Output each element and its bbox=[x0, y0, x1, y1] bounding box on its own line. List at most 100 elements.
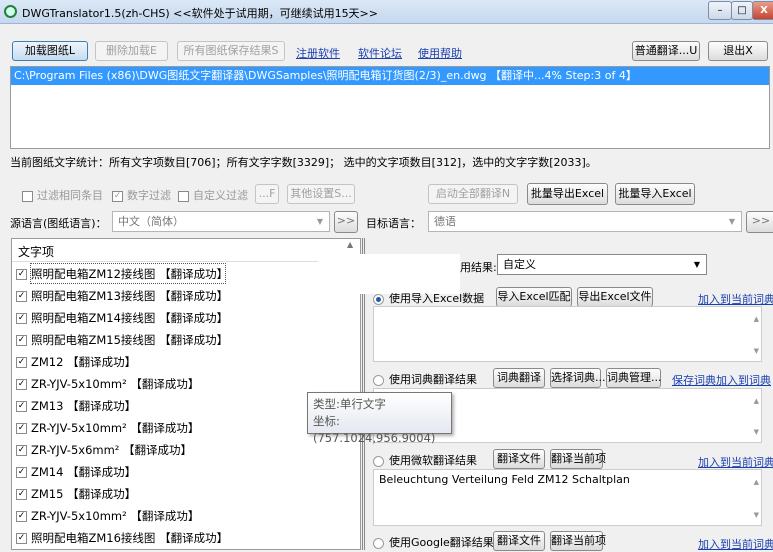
dict-radio[interactable]: 使用词典翻译结果 bbox=[373, 371, 477, 387]
excel-add-dict-link[interactable]: 加入到当前词典 bbox=[698, 291, 773, 307]
list-item[interactable]: ✓ ZR-YJV-5x10mm² 【翻译成功】 bbox=[16, 374, 199, 394]
excel-radio[interactable]: 使用导入Excel数据 bbox=[373, 290, 484, 306]
list-item[interactable]: ✓ ZM15 【翻译成功】 bbox=[16, 484, 136, 504]
checkbox-checked-icon[interactable]: ✓ bbox=[16, 423, 27, 434]
file-list-item[interactable]: C:\Program Files (x86)\DWG图纸文字翻译器\DWGSam… bbox=[11, 67, 769, 85]
list-item-label: ZR-YJV-5x10mm² 【翻译成功】 bbox=[31, 421, 200, 435]
ms-translate-file-button[interactable]: 翻译文件 bbox=[493, 449, 545, 469]
checkbox-checked-icon[interactable]: ✓ bbox=[16, 511, 27, 522]
start-all-translate-button[interactable]: 启动全部翻译N bbox=[428, 184, 518, 204]
dropdown-arrow-icon: ▼ bbox=[693, 260, 700, 269]
checkbox-checked-icon[interactable]: ✓ bbox=[16, 313, 27, 324]
checkbox-icon bbox=[178, 190, 189, 202]
register-link[interactable]: 注册软件 bbox=[296, 45, 340, 61]
scroll-down-icon[interactable]: ▼ bbox=[754, 347, 759, 355]
remove-load-button[interactable]: 删除加载E bbox=[95, 41, 168, 61]
forum-link[interactable]: 软件论坛 bbox=[358, 45, 402, 61]
target-more-button[interactable]: >> bbox=[746, 211, 773, 233]
scroll-up-icon[interactable]: ▲ bbox=[754, 397, 759, 405]
ms-result-textarea[interactable]: Beleuchtung Verteilung Feld ZM12 Schaltp… bbox=[373, 469, 762, 526]
google-add-dict-link[interactable]: 加入到当前词典 bbox=[698, 536, 773, 552]
list-item-label: 照明配电箱ZM15接线图 【翻译成功】 bbox=[31, 333, 229, 347]
list-item[interactable]: ✓ 照明配电箱ZM16接线图 【翻译成功】 bbox=[16, 528, 228, 548]
redacted-area bbox=[318, 254, 460, 294]
list-item[interactable]: ✓ ZR-YJV-5x6mm² 【翻译成功】 bbox=[16, 440, 192, 460]
checkbox-checked-icon[interactable]: ✓ bbox=[16, 467, 27, 478]
ms-radio[interactable]: 使用微软翻译结果 bbox=[373, 452, 477, 468]
ms-add-dict-link[interactable]: 加入到当前词典 bbox=[698, 454, 773, 470]
target-language-value: 德语 bbox=[434, 215, 456, 228]
tooltip-type: 类型:单行文字 bbox=[313, 397, 386, 411]
result-label: 用结果: bbox=[460, 261, 497, 274]
list-item-label: ZM12 【翻译成功】 bbox=[31, 355, 137, 369]
scroll-up-icon[interactable]: ▲ bbox=[754, 478, 759, 486]
list-item[interactable]: ✓ ZM12 【翻译成功】 bbox=[16, 352, 136, 372]
ms-radio-label: 使用微软翻译结果 bbox=[389, 454, 477, 467]
list-item[interactable]: ✓ ZM13 【翻译成功】 bbox=[16, 396, 136, 416]
checkbox-checked-icon[interactable]: ✓ bbox=[16, 335, 27, 346]
normal-translate-button[interactable]: 普通翻译...U bbox=[632, 41, 700, 61]
exit-button[interactable]: 退出X bbox=[708, 41, 768, 61]
help-link[interactable]: 使用帮助 bbox=[418, 45, 462, 61]
radio-icon bbox=[373, 455, 384, 467]
checkbox-checked-icon[interactable]: ✓ bbox=[16, 269, 27, 280]
scroll-down-icon[interactable]: ▼ bbox=[754, 511, 759, 519]
checkbox-checked-icon[interactable]: ✓ bbox=[16, 379, 27, 390]
filter-same-checkbox[interactable]: 过滤相同条目 bbox=[22, 187, 103, 203]
ms-translate-current-button[interactable]: 翻译当前项 bbox=[550, 449, 606, 469]
focus-rect bbox=[30, 263, 226, 284]
header-divider bbox=[12, 261, 348, 262]
dict-translate-button[interactable]: 词典翻译 bbox=[493, 368, 545, 388]
source-language-select[interactable]: 中文（简体） ▼ bbox=[112, 211, 330, 232]
batch-import-excel-button[interactable]: 批量导入Excel bbox=[615, 183, 695, 205]
batch-export-excel-button[interactable]: 批量导出Excel bbox=[527, 183, 608, 205]
list-item[interactable]: ✓ ZM14 【翻译成功】 bbox=[16, 462, 136, 482]
load-drawing-button[interactable]: 加载图纸L bbox=[12, 41, 88, 61]
ms-result-text: Beleuchtung Verteilung Feld ZM12 Schaltp… bbox=[379, 473, 630, 486]
close-button[interactable]: X bbox=[752, 1, 773, 20]
checkbox-checked-icon[interactable]: ✓ bbox=[16, 401, 27, 412]
minimize-button[interactable]: – bbox=[708, 1, 732, 20]
save-all-button[interactable]: 所有图纸保存结果S bbox=[177, 41, 285, 61]
list-item[interactable]: ✓ 照明配电箱ZM13接线图 【翻译成功】 bbox=[16, 286, 228, 306]
file-list[interactable]: C:\Program Files (x86)\DWG图纸文字翻译器\DWGSam… bbox=[10, 66, 770, 149]
app-icon bbox=[4, 5, 17, 18]
list-item-label: ZR-YJV-5x10mm² 【翻译成功】 bbox=[31, 377, 200, 391]
list-item[interactable]: ✓ ZR-YJV-5x10mm² 【翻译成功】 bbox=[16, 506, 199, 526]
scroll-up-icon[interactable]: ▲ bbox=[347, 240, 353, 249]
checkbox-checked-icon[interactable]: ✓ bbox=[16, 357, 27, 368]
list-item[interactable]: ✓ 照明配电箱ZM15接线图 【翻译成功】 bbox=[16, 330, 228, 350]
save-dict-link[interactable]: 保存词典 bbox=[672, 372, 716, 388]
source-language-value: 中文（简体） bbox=[118, 215, 184, 228]
checkbox-checked-icon[interactable]: ✓ bbox=[16, 533, 27, 544]
import-excel-match-button[interactable]: 导入Excel匹配 bbox=[496, 287, 572, 307]
checkbox-checked-icon: ✓ bbox=[112, 190, 123, 202]
dict-manage-button[interactable]: 词典管理... bbox=[606, 368, 662, 388]
checkbox-checked-icon[interactable]: ✓ bbox=[16, 291, 27, 302]
target-language-select[interactable]: 德语 ▼ bbox=[428, 211, 742, 232]
scroll-up-icon[interactable]: ▲ bbox=[754, 315, 759, 323]
excel-result-textarea[interactable]: ▲ ▼ bbox=[373, 306, 762, 362]
filter-number-checkbox[interactable]: ✓ 数字过滤 bbox=[112, 187, 171, 203]
list-item-label: ZM15 【翻译成功】 bbox=[31, 487, 137, 501]
other-settings-button[interactable]: 其他设置S... bbox=[287, 184, 355, 204]
result-value: 自定义 bbox=[503, 258, 536, 271]
tooltip-coord: 坐标:(757.1024,956.9004) bbox=[313, 414, 436, 445]
dict-add-link[interactable]: 加入到词典 bbox=[716, 372, 771, 388]
filter-f-button[interactable]: ...F bbox=[255, 184, 279, 204]
checkbox-checked-icon[interactable]: ✓ bbox=[16, 489, 27, 500]
choose-dict-button[interactable]: 选择词典... bbox=[550, 368, 606, 388]
scroll-down-icon[interactable]: ▼ bbox=[754, 428, 759, 436]
list-item-label: 照明配电箱ZM14接线图 【翻译成功】 bbox=[31, 311, 229, 325]
radio-icon bbox=[373, 537, 384, 549]
checkbox-checked-icon[interactable]: ✓ bbox=[16, 445, 27, 456]
list-item[interactable]: ✓ 照明配电箱ZM14接线图 【翻译成功】 bbox=[16, 308, 228, 328]
export-excel-file-button[interactable]: 导出Excel文件 bbox=[577, 287, 653, 307]
google-translate-current-button[interactable]: 翻译当前项 bbox=[550, 531, 606, 551]
filter-custom-checkbox[interactable]: 自定义过滤 bbox=[178, 187, 248, 203]
list-item[interactable]: ✓ ZR-YJV-5x10mm² 【翻译成功】 bbox=[16, 418, 199, 438]
source-more-button[interactable]: >> bbox=[334, 211, 358, 233]
maximize-button[interactable]: □ bbox=[731, 1, 753, 20]
google-translate-file-button[interactable]: 翻译文件 bbox=[493, 531, 545, 551]
result-select[interactable]: 自定义 ▼ bbox=[497, 254, 707, 275]
